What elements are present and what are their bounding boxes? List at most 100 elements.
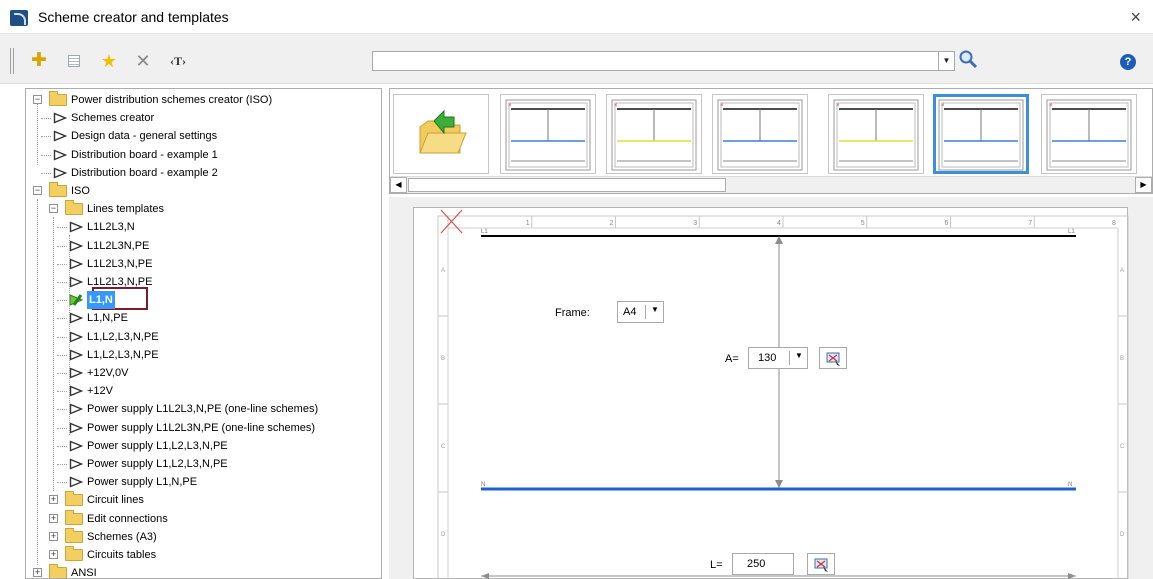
frame-label: Frame: <box>555 307 590 319</box>
thumbnail-lines-template-5[interactable]: × <box>933 94 1029 174</box>
toolbar-grip[interactable] <box>10 48 14 74</box>
tree-item[interactable]: Power supply L1L2L3,N,PE (one-line schem… <box>26 400 381 418</box>
column-number: 7 <box>1028 220 1032 227</box>
tree-item[interactable]: +12V <box>26 382 381 400</box>
template-preview-icon: × <box>611 99 697 171</box>
a-label: A= <box>725 353 739 365</box>
chevron-down-icon: ▼ <box>651 305 659 314</box>
tree-folder[interactable]: − Power distribution schemes creator (ISO… <box>26 91 381 109</box>
tree-item[interactable]: Power supply L1,L2,L3,N,PE <box>26 437 381 455</box>
row-letter: B <box>1120 356 1124 362</box>
tree-folder[interactable]: + Edit connections <box>26 509 381 528</box>
scroll-left-icon[interactable]: ◀ <box>390 177 407 193</box>
tree-item[interactable]: Power supply L1,L2,L3,N,PE <box>26 455 381 473</box>
tree-item[interactable]: L1L2L3,N,PE <box>26 273 381 291</box>
folder-icon <box>49 91 67 106</box>
a-select[interactable]: 130 ▼ <box>748 347 808 369</box>
tree-folder[interactable]: + ANSI <box>26 564 381 578</box>
pick-distance-icon <box>814 558 828 572</box>
collapse-icon[interactable]: − <box>33 186 42 195</box>
tree-item[interactable]: L1L2L3N,PE <box>26 237 381 255</box>
tree-item[interactable]: L1,L2,L3,N,PE <box>26 346 381 364</box>
template-preview-icon: × <box>717 99 803 171</box>
tree-item[interactable]: Schemes creator <box>26 109 381 127</box>
expand-icon[interactable]: + <box>49 550 58 559</box>
thumbnail-lines-template-3[interactable]: × <box>712 94 808 174</box>
template-preview-icon: × <box>833 99 919 171</box>
star-icon: ★ <box>100 51 118 71</box>
template-tree[interactable]: − Power distribution schemes creator (ISO… <box>25 88 382 579</box>
tree-folder[interactable]: + Circuit lines <box>26 491 381 509</box>
thumbnail-lines-template-6[interactable]: × <box>1041 94 1137 174</box>
search-input[interactable] <box>373 52 938 70</box>
close-button[interactable]: × <box>1130 8 1141 26</box>
tree-folder[interactable]: + Circuits tables <box>26 546 381 564</box>
collapse-icon[interactable]: − <box>49 204 58 214</box>
tree-item-label: Power supply L1,L2,L3,N,PE <box>87 458 228 470</box>
tree-item[interactable]: Distribution board - example 2 <box>26 164 381 182</box>
thumbnail-lines-template-4[interactable]: × <box>828 94 924 174</box>
tree-item[interactable]: +12V,0V <box>26 364 381 382</box>
help-button[interactable]: ? <box>1120 54 1136 70</box>
scroll-right-icon[interactable]: ▶ <box>1135 177 1152 193</box>
folder-icon <box>65 491 83 507</box>
template-icon <box>69 440 83 452</box>
tree-item-label: L1L2L3N,PE <box>87 239 150 252</box>
tree-item-label: Design data - general settings <box>71 130 218 143</box>
pick-l-button[interactable] <box>807 553 835 575</box>
thumbnail-lines-template-2[interactable]: × <box>606 94 702 174</box>
delete-button[interactable]: ✕ <box>132 50 154 72</box>
tree-folder[interactable]: + Schemes (A3) <box>26 527 381 546</box>
search-button[interactable] <box>958 49 980 71</box>
template-icon <box>69 221 83 233</box>
tree-item-label: Power supply L1,N,PE <box>87 476 198 489</box>
tree-item[interactable]: Distribution board - example 1 <box>26 146 381 164</box>
tree-item-label: Schemes (A3) <box>87 530 157 543</box>
thumbnail-open-folder[interactable] <box>393 94 489 174</box>
template-icon <box>69 258 83 270</box>
expand-icon[interactable]: + <box>49 513 58 523</box>
frame-select[interactable]: A4 ▼ <box>617 301 664 323</box>
template-icon <box>53 130 67 142</box>
tree-item[interactable]: L1,N,PE <box>26 309 381 327</box>
tree-item[interactable]: L1L2L3,N,PE <box>26 255 381 273</box>
expand-icon[interactable]: + <box>49 495 58 505</box>
l-label: L= <box>710 559 723 571</box>
properties-button[interactable] <box>63 50 85 72</box>
plus-icon: ✚ <box>31 50 47 71</box>
tree-item[interactable]: L1L2L3,N <box>26 218 381 236</box>
tree-item[interactable]: L1,L2,L3,N,PE <box>26 328 381 346</box>
row-letter: C <box>1120 444 1125 450</box>
thumbnail-scrollbar[interactable]: ◀ ▶ <box>390 176 1152 193</box>
thumbnail-lines-template-1[interactable]: × <box>500 94 596 174</box>
svg-text:×: × <box>836 103 840 109</box>
chevron-down-icon[interactable]: ▼ <box>938 52 954 70</box>
window-title: Scheme creator and templates <box>38 9 229 25</box>
column-number: 8 <box>1112 220 1116 227</box>
expand-icon[interactable]: + <box>49 531 58 541</box>
expand-icon[interactable]: + <box>33 568 42 578</box>
tree-item-label: Power supply L1,L2,L3,N,PE <box>87 439 228 452</box>
template-icon <box>53 149 67 161</box>
text-button[interactable]: ‹T› <box>167 50 189 72</box>
tree-item-label: Power distribution schemes creator (ISO) <box>71 94 273 106</box>
preview-panel: 1 2 3 4 5 6 7 8 A A B B C C D D L1 L1 N N Frame: A4 ▼ A= 13… <box>389 197 1153 579</box>
sheet-inner-frame <box>447 227 1119 579</box>
favorite-button[interactable]: ★ <box>98 50 120 72</box>
folder-icon <box>65 546 83 561</box>
search-combo[interactable]: ▼ <box>372 51 955 71</box>
template-icon <box>69 240 83 252</box>
scrollbar-thumb[interactable] <box>408 178 726 192</box>
tree-item[interactable]: Power supply L1L2L3N,PE (one-line scheme… <box>26 419 381 437</box>
l-input[interactable]: 250 <box>732 553 794 575</box>
pick-a-button[interactable] <box>819 347 847 369</box>
thumbnail-strip[interactable]: ◀ ▶ × × × × × × <box>389 88 1153 194</box>
tree-folder[interactable]: − ISO <box>26 182 381 200</box>
tree-item-label: Circuit lines <box>87 494 144 507</box>
add-button[interactable]: ✚ <box>28 50 50 72</box>
tree-folder[interactable]: − Lines templates <box>26 200 381 218</box>
tree-item-label: ISO <box>71 185 90 197</box>
tree-item[interactable]: L1,N <box>26 291 381 310</box>
tree-item[interactable]: Power supply L1,N,PE <box>26 473 381 491</box>
tree-item[interactable]: Design data - general settings <box>26 127 381 145</box>
